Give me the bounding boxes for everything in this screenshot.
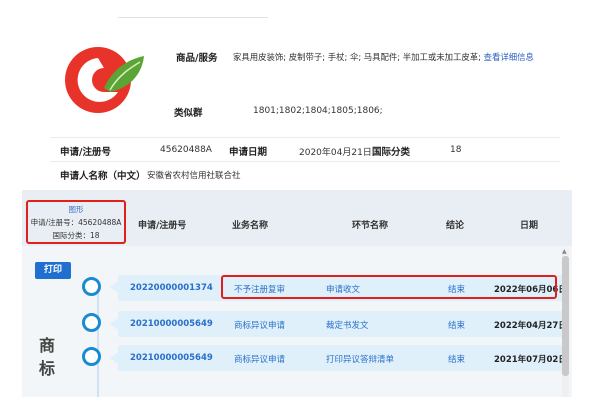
row-pointer [110, 352, 118, 364]
applicant-value: 安徽省农村信用社联合社 [147, 171, 241, 181]
row-pointer [110, 281, 118, 293]
row-reg-no[interactable]: 20210000005649 [130, 353, 213, 363]
timeline-node [82, 277, 101, 296]
col-header-reg-no: 申请/注册号 [138, 221, 187, 231]
col-header-result: 结论 [446, 221, 465, 231]
col-header-date: 日期 [520, 221, 539, 231]
apply-date-label: 申请日期 [229, 147, 268, 158]
divider [50, 137, 560, 138]
scroll-up-icon[interactable]: ▲ [562, 248, 567, 255]
goods-detail-link[interactable]: 查看详细信息 [484, 52, 534, 62]
row-date: 2022年04月27日 [494, 321, 567, 331]
apply-date-value: 2020年04月21日 [299, 148, 372, 158]
row-step: 打印异议答辩清单 [326, 355, 395, 365]
goods-label: 商品/服务 [176, 53, 218, 64]
side-label-shang: 商 [39, 336, 56, 355]
trademark-logo [60, 30, 170, 125]
row-pointer [110, 318, 118, 330]
row-business: 商标异议申请 [234, 321, 286, 331]
timeline-node [82, 313, 101, 332]
reg-no-value: 45620488A [160, 145, 212, 155]
timeline-node [82, 347, 101, 366]
row-business: 商标异议申请 [234, 355, 286, 365]
highlight-box-idbox [26, 200, 126, 244]
scrollbar-thumb[interactable] [562, 256, 569, 376]
row-reg-no[interactable]: 20220000001374 [130, 283, 213, 293]
row-result: 结束 [448, 321, 466, 331]
class-value: 18 [450, 145, 462, 155]
side-label-biao: 标 [39, 359, 56, 378]
applicant-label: 申请人名称（中文） [60, 171, 146, 182]
col-header-business: 业务名称 [232, 221, 269, 231]
row-reg-no[interactable]: 20210000005649 [130, 319, 213, 329]
tab-underline [118, 17, 268, 18]
col-header-step: 环节名称 [352, 221, 389, 231]
print-button[interactable]: 打印 [35, 262, 71, 279]
row-date: 2021年07月02日 [494, 355, 567, 365]
table-row[interactable]: 20210000005649 商标异议申请 打印异议答辩清单 结束 2021年0… [118, 345, 567, 371]
divider [50, 161, 560, 162]
timeline-line [97, 280, 99, 397]
highlight-box-row [221, 275, 557, 299]
group-value: 1801;1802;1804;1805;1806; [253, 106, 383, 116]
table-row[interactable]: 20210000005649 商标异议申请 裁定书发文 结束 2022年04月2… [118, 311, 567, 337]
flow-panel: 图形 申请/注册号：45620488A 国际分类：18 申请/注册号 业务名称 … [22, 190, 572, 397]
goods-value: 家具用皮装饰; 皮制带子; 手杖; 伞; 马具配件; 半加工或未加工皮革; 查看… [233, 51, 534, 63]
row-result: 结束 [448, 355, 466, 365]
row-step: 裁定书发文 [326, 321, 369, 331]
class-label: 国际分类 [372, 147, 411, 158]
reg-no-label: 申请/注册号 [60, 147, 111, 158]
goods-text: 家具用皮装饰; 皮制带子; 手杖; 伞; 马具配件; 半加工或未加工皮革; [233, 52, 481, 62]
group-label: 类似群 [174, 108, 203, 119]
